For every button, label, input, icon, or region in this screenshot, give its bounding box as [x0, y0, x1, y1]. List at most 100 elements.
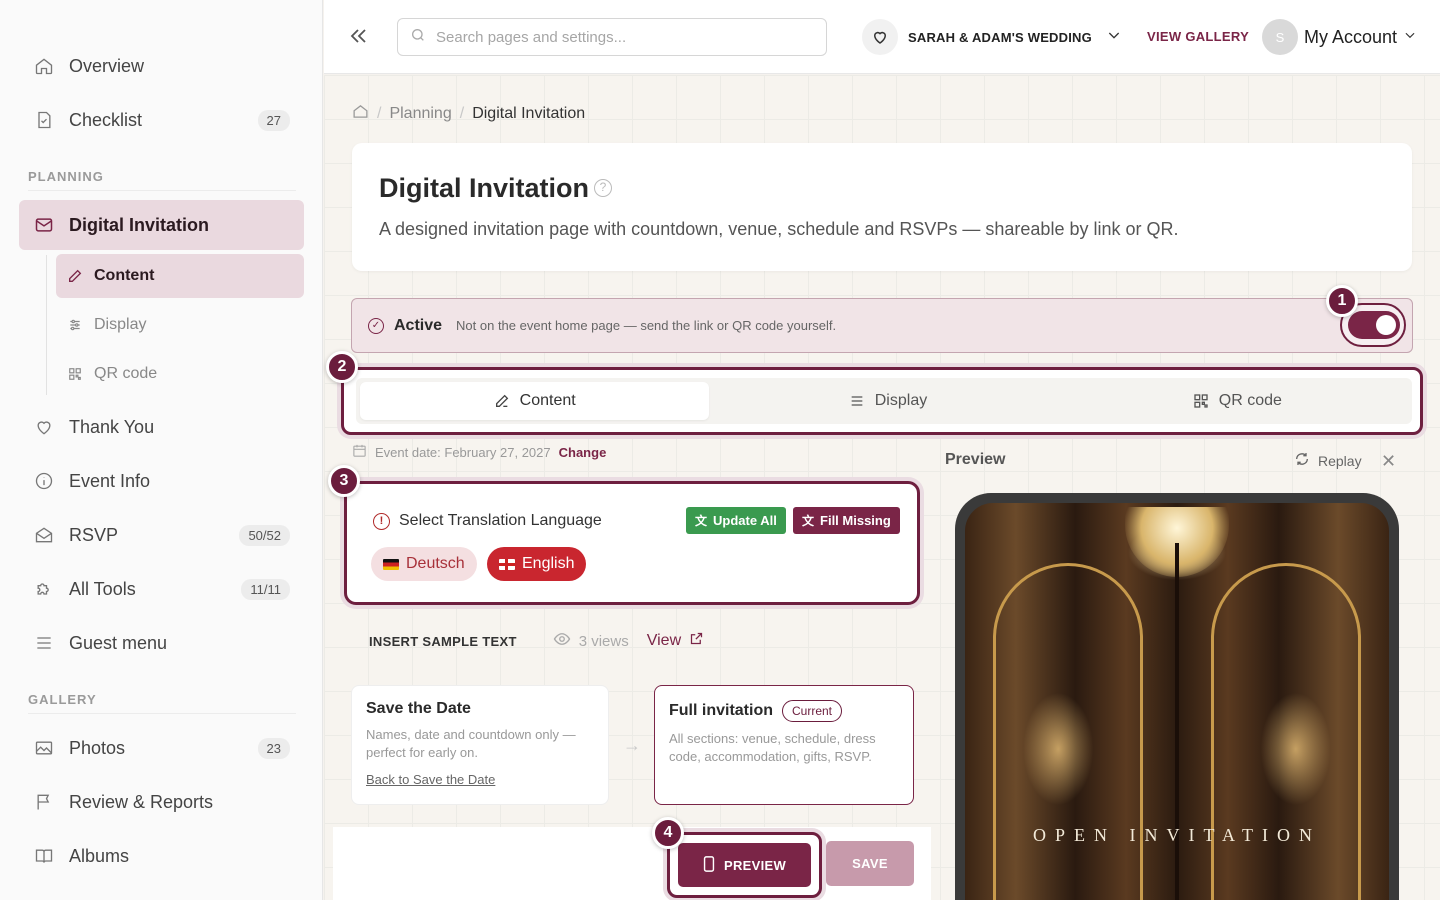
save-the-date-card[interactable]: Save the Date Names, date and countdown … [351, 685, 609, 805]
sidebar-item-thank-you[interactable]: Thank You [19, 402, 304, 452]
sidebar-item-label: Guest menu [69, 632, 168, 653]
toggle-knob [1376, 315, 1396, 335]
tab-qr-code[interactable]: QR code [1063, 378, 1412, 424]
avatar: S [1262, 19, 1298, 55]
page-description: A designed invitation page with countdow… [379, 219, 1179, 239]
sliders-icon [66, 316, 84, 334]
flag-germany-icon [383, 558, 399, 570]
image-icon [33, 737, 55, 759]
menu-icon [33, 632, 55, 654]
sidebar-subitem-label: Content [94, 267, 155, 284]
event-date: Event date: February 27, 2027 Change [352, 443, 606, 461]
account-menu[interactable]: S My Account [1262, 18, 1417, 56]
breadcrumb-parent[interactable]: Planning [389, 105, 451, 123]
current-badge: Current [782, 700, 843, 722]
save-button[interactable]: SAVE [826, 841, 914, 886]
back-to-save-the-date-link[interactable]: Back to Save the Date [366, 772, 594, 787]
event-name: SARAH & ADAM'S WEDDING [908, 29, 1092, 45]
step-marker-2: 2 [326, 351, 358, 383]
flag-icon [33, 791, 55, 813]
translate-icon: 文 [695, 514, 708, 528]
section-label-planning: PLANNING [28, 169, 104, 184]
sidebar-item-checklist[interactable]: Checklist 27 [19, 95, 304, 145]
divider [28, 713, 296, 714]
topbar: SARAH & ADAM'S WEDDING VIEW GALLERY S My… [324, 0, 1440, 74]
event-switcher[interactable]: SARAH & ADAM'S WEDDING [862, 18, 1122, 56]
fill-missing-label: Fill Missing [820, 513, 891, 528]
language-chip-english[interactable]: English [487, 547, 587, 581]
edit-icon [66, 267, 84, 285]
flag-uk-icon [499, 558, 515, 570]
sidebar-item-label: Event Info [69, 470, 151, 491]
check-circle-icon: ✓ [368, 317, 384, 334]
sidebar-item-label: Overview [69, 55, 145, 76]
active-toggle[interactable] [1348, 311, 1400, 339]
sidebar-item-overview[interactable]: Overview [19, 41, 304, 91]
sidebar-item-photos[interactable]: Photos 23 [19, 723, 304, 773]
door-arch-left [993, 563, 1143, 900]
arrow-right-icon: → [623, 735, 641, 755]
edit-icon [494, 393, 510, 409]
refresh-icon [1294, 451, 1310, 470]
card-description: All sections: venue, schedule, dress cod… [669, 731, 876, 764]
insert-sample-text-button[interactable]: INSERT SAMPLE TEXT [369, 634, 517, 649]
sidebar-subitem-label: Display [94, 316, 147, 333]
sidebar-subitem-content[interactable]: Content [56, 254, 304, 298]
breadcrumb-separator: / [377, 105, 382, 122]
sidebar-item-rsvp[interactable]: RSVP 50/52 [19, 510, 304, 560]
sidebar-item-digital-invitation[interactable]: Digital Invitation [19, 200, 304, 250]
tab-label: Content [519, 392, 576, 409]
sidebar-item-guest-menu[interactable]: Guest menu [19, 618, 304, 668]
view-gallery-link[interactable]: VIEW GALLERY [1147, 29, 1249, 44]
invitation-preview-image: OPEN INVITATION [965, 503, 1389, 900]
sliders-icon [849, 393, 865, 409]
full-invitation-card[interactable]: Full invitation Current All sections: ve… [654, 685, 914, 805]
sidebar-item-event-info[interactable]: Event Info [19, 456, 304, 506]
sidebar-subitem-qr-code[interactable]: QR code [56, 352, 304, 396]
search-box [397, 18, 827, 56]
search-input[interactable] [436, 28, 796, 46]
tab-display[interactable]: Display [713, 378, 1062, 424]
sidebar-item-albums[interactable]: Albums [19, 831, 304, 881]
fill-missing-button[interactable]: 文 Fill Missing [793, 507, 900, 534]
translation-title: ! Select Translation Language [373, 512, 602, 530]
qr-code-icon [66, 365, 84, 383]
breadcrumb-current: Digital Invitation [472, 105, 586, 122]
account-label: My Account [1304, 26, 1398, 47]
checklist-icon [33, 109, 55, 131]
tabs-highlight: Content Display QR code [341, 367, 1423, 435]
change-date-link[interactable]: Change [559, 445, 607, 460]
door-split [1175, 543, 1179, 900]
heart-icon [33, 416, 55, 438]
calendar-icon [352, 443, 367, 461]
page-title: Digital Invitation [379, 173, 590, 203]
home-icon[interactable] [352, 103, 369, 125]
sidebar-subitem-display[interactable]: Display [56, 303, 304, 347]
help-icon[interactable]: ? [594, 179, 612, 197]
book-icon [33, 845, 55, 867]
translate-icon: 文 [802, 514, 815, 528]
preview-button[interactable]: PREVIEW [678, 843, 811, 887]
title-card: Digital Invitation ? A designed invitati… [352, 143, 1412, 271]
envelope-icon [33, 214, 55, 236]
tab-label: QR code [1218, 392, 1282, 409]
event-date-text: Event date: February 27, 2027 [375, 444, 551, 460]
search-icon [410, 27, 426, 48]
translation-panel: ! Select Translation Language 文 Update A… [344, 481, 920, 605]
sidebar-item-all-tools[interactable]: All Tools 11/11 [19, 564, 304, 614]
replay-button[interactable]: Replay [1294, 451, 1362, 470]
collapse-sidebar-icon[interactable] [346, 24, 372, 50]
card-title: Full invitation Current [669, 700, 899, 722]
language-chip-deutsch[interactable]: Deutsch [371, 547, 477, 581]
update-all-button[interactable]: 文 Update All [686, 507, 786, 534]
puzzle-icon [33, 578, 55, 600]
view-link[interactable]: View [647, 631, 704, 651]
close-icon[interactable]: ✕ [1381, 451, 1396, 472]
divider [28, 190, 296, 191]
chevron-down-icon [1403, 28, 1417, 47]
tab-content[interactable]: Content [360, 382, 710, 420]
sidebar-item-review-reports[interactable]: Review & Reports [19, 777, 304, 827]
status-label: Active [394, 316, 443, 334]
sidebar-item-label: Checklist [69, 109, 143, 130]
sidebar-item-label: Review & Reports [69, 791, 214, 812]
